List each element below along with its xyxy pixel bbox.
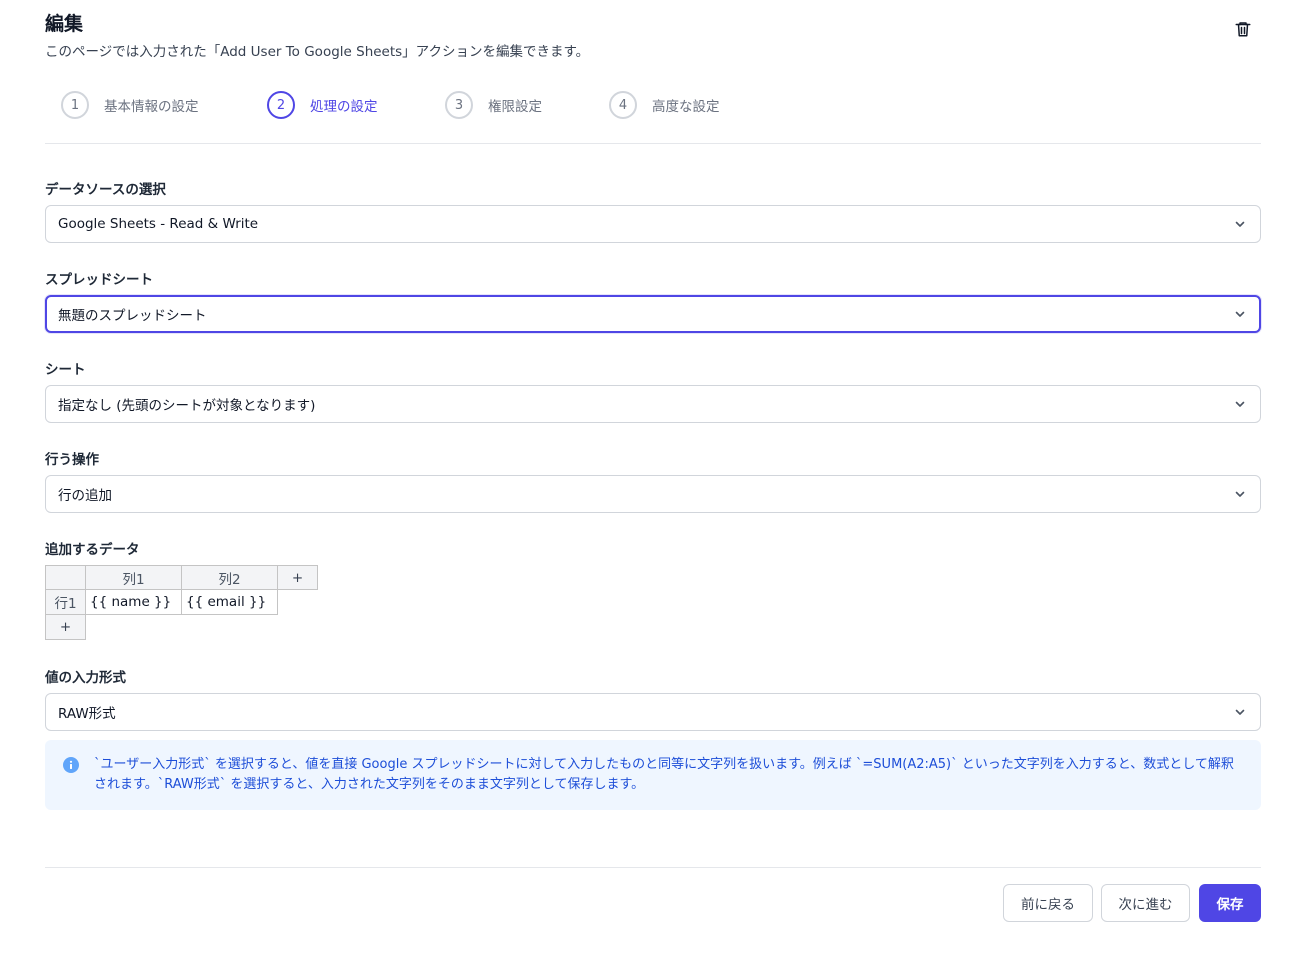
row-header[interactable]: 行1 (45, 589, 86, 615)
spreadsheet-label: スプレッドシート (45, 272, 153, 288)
step-label: 処理の設定 (310, 99, 378, 115)
trash-icon (1235, 22, 1251, 37)
step-number: 4 (609, 91, 637, 119)
step-label: 基本情報の設定 (104, 99, 199, 115)
step-permissions[interactable]: 3 権限設定 (445, 90, 542, 120)
datasource-label: データソースの選択 (45, 182, 166, 198)
step-number: 3 (445, 91, 473, 119)
info-icon (63, 757, 79, 773)
select-value: 指定なし (先頭のシートが対象となります) (58, 398, 316, 414)
column-header[interactable]: 列2 (181, 565, 278, 590)
delete-button[interactable] (1231, 17, 1255, 41)
sheet-select[interactable]: 指定なし (先頭のシートが対象となります) (45, 385, 1261, 423)
select-value: 無題のスプレッドシート (58, 308, 207, 324)
info-text: `ユーザー入力形式` を選択すると、値を直接 Google スプレッドシートに対… (94, 757, 1234, 792)
add-row-button[interactable]: + (45, 614, 86, 640)
operation-label: 行う操作 (45, 452, 99, 468)
step-basic-info[interactable]: 1 基本情報の設定 (61, 90, 199, 120)
column-header[interactable]: 列1 (85, 565, 182, 590)
sheet-label: シート (45, 362, 86, 378)
next-button[interactable]: 次に進む (1101, 884, 1190, 922)
divider (45, 143, 1261, 144)
stepper: 1 基本情報の設定 2 処理の設定 3 権限設定 4 高度な設定 (45, 90, 1261, 120)
page-title: 編集 (45, 13, 84, 35)
chevron-down-icon (1232, 216, 1248, 232)
input-format-select[interactable]: RAW形式 (45, 693, 1261, 731)
select-value: 行の追加 (58, 488, 112, 504)
grid-cell[interactable]: {{ email }} (181, 589, 278, 615)
add-column-button[interactable]: + (277, 565, 318, 590)
chevron-down-icon (1232, 486, 1248, 502)
step-label: 権限設定 (488, 99, 542, 115)
chevron-down-icon (1232, 704, 1248, 720)
chevron-down-icon (1232, 306, 1248, 322)
spreadsheet-select[interactable]: 無題のスプレッドシート (45, 295, 1261, 333)
step-advanced[interactable]: 4 高度な設定 (609, 90, 720, 120)
input-format-label: 値の入力形式 (45, 670, 126, 686)
select-value: RAW形式 (58, 706, 116, 722)
save-button[interactable]: 保存 (1199, 884, 1261, 922)
chevron-down-icon (1232, 396, 1248, 412)
step-number: 1 (61, 91, 89, 119)
grid-corner (45, 565, 86, 590)
footer-divider (45, 867, 1261, 868)
step-processing[interactable]: 2 処理の設定 (267, 90, 378, 120)
step-label: 高度な設定 (652, 99, 720, 115)
data-label: 追加するデータ (45, 542, 140, 558)
info-alert: `ユーザー入力形式` を選択すると、値を直接 Google スプレッドシートに対… (45, 740, 1261, 810)
grid-cell[interactable]: {{ name }} (85, 589, 182, 615)
select-value: Google Sheets - Read & Write (58, 216, 259, 232)
datasource-select[interactable]: Google Sheets - Read & Write (45, 205, 1261, 243)
operation-select[interactable]: 行の追加 (45, 475, 1261, 513)
page-subtitle: このページでは入力された「Add User To Google Sheets」ア… (45, 44, 590, 60)
step-number: 2 (267, 91, 295, 119)
back-button[interactable]: 前に戻る (1003, 884, 1093, 922)
